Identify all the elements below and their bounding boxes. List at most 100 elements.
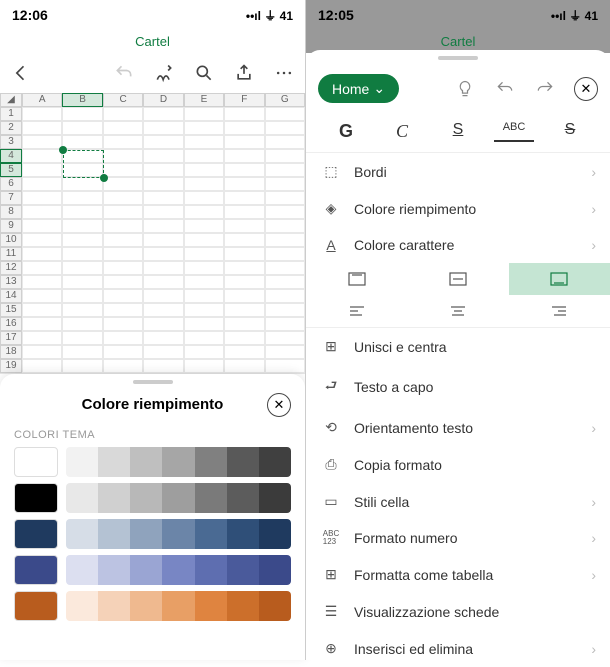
cell[interactable] bbox=[265, 219, 305, 233]
cell[interactable] bbox=[265, 289, 305, 303]
align-bottom-button[interactable] bbox=[509, 263, 610, 295]
cell[interactable] bbox=[184, 247, 224, 261]
color-swatch[interactable] bbox=[195, 555, 227, 585]
cell[interactable] bbox=[265, 121, 305, 135]
cell[interactable] bbox=[143, 331, 183, 345]
color-swatch[interactable] bbox=[66, 591, 98, 621]
cell[interactable] bbox=[22, 303, 62, 317]
cell[interactable] bbox=[22, 135, 62, 149]
cell[interactable] bbox=[22, 359, 62, 373]
cell[interactable] bbox=[62, 149, 102, 163]
color-swatch[interactable] bbox=[162, 591, 194, 621]
spreadsheet-grid[interactable]: ◢ A B C D E F G 123456789101112131415161… bbox=[0, 93, 305, 373]
cell[interactable] bbox=[265, 177, 305, 191]
search-icon[interactable] bbox=[193, 62, 215, 84]
row-header[interactable]: 1 bbox=[0, 107, 22, 121]
redo-icon[interactable] bbox=[534, 78, 556, 100]
cell[interactable] bbox=[62, 205, 102, 219]
row-header[interactable]: 13 bbox=[0, 275, 22, 289]
undo-icon[interactable] bbox=[494, 78, 516, 100]
cell[interactable] bbox=[143, 107, 183, 121]
cell[interactable] bbox=[265, 135, 305, 149]
color-swatch[interactable] bbox=[227, 483, 259, 513]
cell[interactable] bbox=[143, 135, 183, 149]
cell[interactable] bbox=[143, 121, 183, 135]
cell[interactable] bbox=[265, 317, 305, 331]
close-icon[interactable]: ✕ bbox=[574, 77, 598, 101]
color-swatch[interactable] bbox=[98, 555, 130, 585]
cell[interactable] bbox=[103, 149, 143, 163]
cell[interactable] bbox=[103, 317, 143, 331]
cell[interactable] bbox=[265, 331, 305, 345]
row-header[interactable]: 16 bbox=[0, 317, 22, 331]
cell[interactable] bbox=[184, 331, 224, 345]
drag-handle[interactable] bbox=[438, 56, 478, 60]
align-left-button[interactable] bbox=[306, 295, 407, 327]
cell[interactable] bbox=[143, 177, 183, 191]
more-icon[interactable] bbox=[273, 62, 295, 84]
color-swatch[interactable] bbox=[227, 519, 259, 549]
menu-wrap-text[interactable]: ⮐Testo a capo bbox=[306, 365, 610, 409]
cell[interactable] bbox=[62, 359, 102, 373]
lightbulb-icon[interactable] bbox=[454, 78, 476, 100]
cell[interactable] bbox=[22, 149, 62, 163]
cell[interactable] bbox=[224, 135, 264, 149]
cell[interactable] bbox=[62, 219, 102, 233]
col-header[interactable]: A bbox=[22, 93, 62, 107]
cell[interactable] bbox=[62, 247, 102, 261]
cell[interactable] bbox=[143, 359, 183, 373]
cell[interactable] bbox=[22, 247, 62, 261]
cell[interactable] bbox=[265, 359, 305, 373]
cell[interactable] bbox=[265, 275, 305, 289]
color-swatch[interactable] bbox=[195, 519, 227, 549]
cell[interactable] bbox=[184, 261, 224, 275]
cell[interactable] bbox=[103, 219, 143, 233]
row-header[interactable]: 10 bbox=[0, 233, 22, 247]
cell[interactable] bbox=[62, 121, 102, 135]
color-swatch[interactable] bbox=[259, 591, 291, 621]
cell[interactable] bbox=[62, 289, 102, 303]
color-swatch[interactable] bbox=[66, 447, 98, 477]
cell[interactable] bbox=[184, 275, 224, 289]
share-icon[interactable] bbox=[233, 62, 255, 84]
align-right-button[interactable] bbox=[509, 295, 610, 327]
cell[interactable] bbox=[22, 331, 62, 345]
cell[interactable] bbox=[62, 233, 102, 247]
menu-number-format[interactable]: ABC123Formato numero› bbox=[306, 520, 610, 556]
back-icon[interactable] bbox=[10, 62, 32, 84]
align-top-button[interactable] bbox=[306, 263, 407, 295]
cell[interactable] bbox=[224, 289, 264, 303]
cell[interactable] bbox=[62, 191, 102, 205]
drag-handle[interactable] bbox=[133, 380, 173, 384]
color-swatch[interactable] bbox=[259, 555, 291, 585]
cell[interactable] bbox=[224, 233, 264, 247]
cell[interactable] bbox=[103, 163, 143, 177]
cell[interactable] bbox=[62, 317, 102, 331]
col-header[interactable]: G bbox=[265, 93, 305, 107]
cell[interactable] bbox=[143, 205, 183, 219]
cell[interactable] bbox=[184, 191, 224, 205]
cell[interactable] bbox=[224, 345, 264, 359]
cell[interactable] bbox=[224, 107, 264, 121]
color-swatch[interactable] bbox=[98, 447, 130, 477]
color-swatch[interactable] bbox=[98, 591, 130, 621]
row-header[interactable]: 19 bbox=[0, 359, 22, 373]
cell[interactable] bbox=[224, 177, 264, 191]
cell[interactable] bbox=[265, 303, 305, 317]
row-header[interactable]: 4 bbox=[0, 149, 22, 163]
cell[interactable] bbox=[103, 289, 143, 303]
cell[interactable] bbox=[22, 177, 62, 191]
cell[interactable] bbox=[103, 135, 143, 149]
cell[interactable] bbox=[265, 107, 305, 121]
underline-button[interactable]: S bbox=[438, 121, 478, 142]
cell[interactable] bbox=[265, 163, 305, 177]
cell[interactable] bbox=[62, 275, 102, 289]
cell[interactable] bbox=[224, 317, 264, 331]
color-swatch[interactable] bbox=[259, 483, 291, 513]
menu-borders[interactable]: ⬚Bordi› bbox=[306, 153, 610, 190]
cell[interactable] bbox=[143, 233, 183, 247]
italic-button[interactable]: C bbox=[382, 121, 422, 142]
menu-text-orientation[interactable]: ⟲Orientamento testo› bbox=[306, 409, 610, 446]
cell[interactable] bbox=[22, 317, 62, 331]
cell[interactable] bbox=[62, 177, 102, 191]
